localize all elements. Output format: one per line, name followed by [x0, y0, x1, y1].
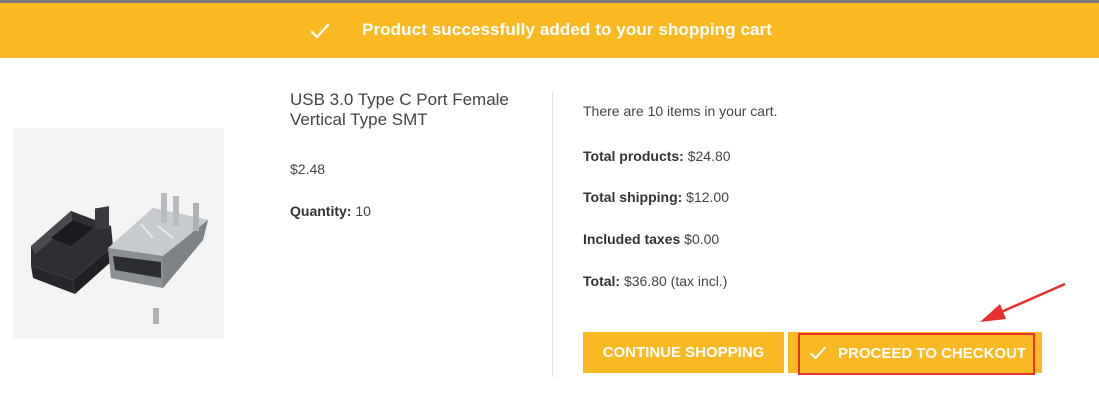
product-quantity: Quantity: 10: [290, 203, 371, 219]
included-taxes-value: $0.00: [684, 231, 720, 247]
total-shipping-value: $12.00: [686, 189, 729, 205]
product-price: $2.48: [290, 161, 326, 177]
vertical-divider: [552, 92, 553, 377]
total-row: Total: $36.80 (tax incl.): [583, 273, 727, 289]
connector-metal-graphic: [108, 193, 208, 324]
pointer-arrow-icon: [980, 282, 1066, 322]
total-shipping-label: Total shipping:: [583, 189, 683, 205]
checkout-button-content: PROCEED TO CHECKOUT: [808, 343, 1026, 363]
included-taxes-label: Included taxes: [583, 231, 681, 247]
total-value: $36.80 (tax incl.): [623, 273, 728, 289]
total-label: Total:: [583, 273, 621, 289]
success-banner: Product successfully added to your shopp…: [0, 3, 1099, 58]
continue-shopping-button[interactable]: CONTINUE SHOPPING: [583, 332, 784, 373]
product-image: [13, 128, 224, 339]
total-products-row: Total products: $24.80: [583, 148, 731, 164]
cart-items-count: There are 10 items in your cart.: [583, 103, 778, 119]
quantity-label: Quantity:: [290, 203, 352, 219]
quantity-value: 10: [355, 203, 371, 219]
check-icon: [810, 347, 826, 359]
checkout-label: PROCEED TO CHECKOUT: [838, 344, 1027, 362]
product-name: USB 3.0 Type C Port Female Vertical Type…: [290, 90, 509, 129]
check-icon: [310, 23, 330, 39]
total-products-label: Total products:: [583, 148, 684, 164]
connector-cap-graphic: [31, 206, 113, 294]
total-shipping-row: Total shipping: $12.00: [583, 189, 729, 205]
success-message: Product successfully added to your shopp…: [362, 20, 773, 39]
included-taxes-row: Included taxes $0.00: [583, 231, 719, 247]
total-products-value: $24.80: [687, 148, 731, 164]
